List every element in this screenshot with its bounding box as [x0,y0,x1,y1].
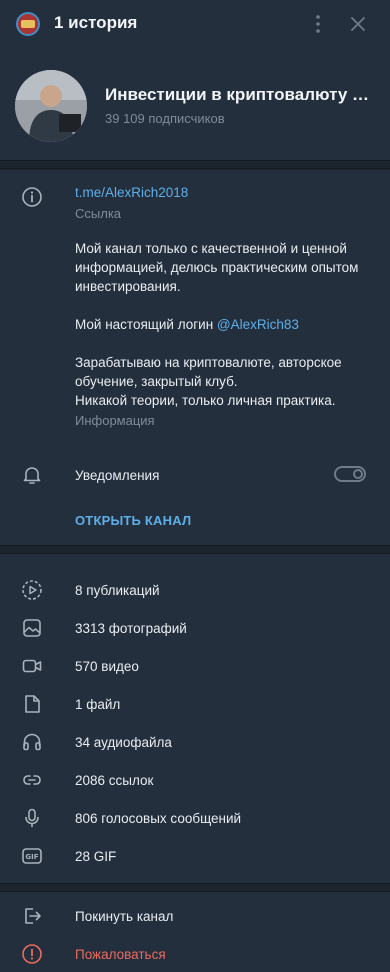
headphones-icon [20,730,44,754]
media-row-gif[interactable]: GIF 28 GIF [0,837,390,875]
media-row-voice[interactable]: 806 голосовых сообщений [0,799,390,837]
open-channel-button[interactable]: ОТКРЫТЬ КАНАЛ [75,513,191,528]
channel-link[interactable]: t.me/AlexRich2018 [75,185,188,200]
media-row-publications[interactable]: 8 публикаций [0,571,390,609]
description-paragraph-3: Зарабатываю на криптовалюте, авторское о… [75,355,342,408]
description-paragraph-2: Мой настоящий логин @AlexRich83 [75,317,299,332]
bell-icon [20,463,44,487]
media-row-files[interactable]: 1 файл [0,685,390,723]
info-icon [20,185,44,209]
video-icon [20,654,44,678]
divider [0,883,390,892]
description-paragraph-1: Мой канал только с качественной и ценной… [75,241,359,294]
link-icon [20,768,44,792]
notifications-toggle[interactable] [334,466,366,482]
channel-title: Инвестиции в криптовалюту с... [105,85,375,104]
report-button[interactable]: Пожаловаться [75,947,166,962]
channel-avatar[interactable] [15,70,87,142]
username-mention[interactable]: @AlexRich83 [217,317,299,332]
close-icon[interactable] [346,12,370,36]
file-icon [20,692,44,716]
media-row-photos[interactable]: 3313 фотографий [0,609,390,647]
media-row-audio[interactable]: 34 аудиофайла [0,723,390,761]
microphone-icon [20,806,44,830]
svg-text:GIF: GIF [25,853,38,861]
gif-icon: GIF [20,844,44,868]
top-bar: 1 история [0,0,390,48]
media-row-videos[interactable]: 570 видео [0,647,390,685]
leave-channel-button[interactable]: Покинуть канал [75,909,173,924]
more-options-icon[interactable] [306,12,330,36]
leave-icon [20,904,44,928]
link-caption: Ссылка [75,206,122,221]
report-icon [20,942,44,966]
subscriber-count: 39 109 подписчиков [105,111,225,126]
divider [0,545,390,554]
story-avatar[interactable] [16,12,40,36]
divider [0,160,390,169]
story-title[interactable]: 1 история [54,13,137,33]
notifications-label: Уведомления [75,468,160,483]
description-caption: Информация [75,413,155,428]
shared-media: 8 публикаций 3313 фотографий 570 видео 1… [0,554,390,883]
channel-header: 1 история Инвестиции в криптовалюту с...… [0,0,390,161]
media-row-links[interactable]: 2086 ссылок [0,761,390,799]
stories-icon [20,578,44,602]
photo-icon [20,616,44,640]
channel-actions [0,892,390,972]
